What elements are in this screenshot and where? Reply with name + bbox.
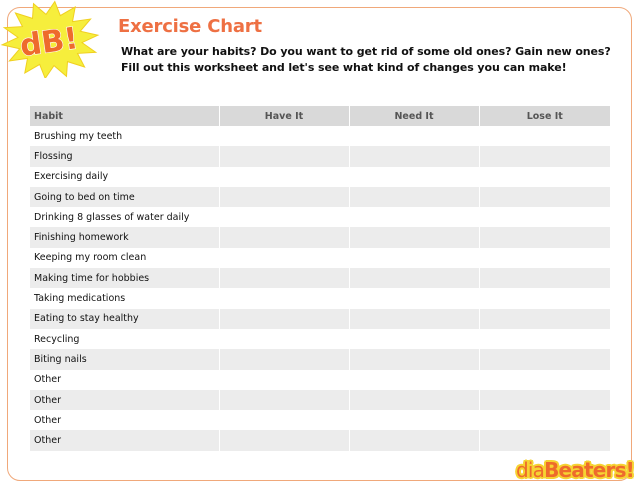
have-it-cell[interactable] <box>219 186 350 208</box>
have-it-cell[interactable] <box>219 308 350 329</box>
have-it-cell[interactable] <box>219 349 350 370</box>
table-row: Other <box>30 369 610 390</box>
have-it-cell[interactable] <box>219 166 350 187</box>
intro-line: Fill out this worksheet and let's see wh… <box>121 61 567 74</box>
table-row: Brushing my teeth <box>30 126 610 147</box>
need-it-cell[interactable] <box>349 308 480 329</box>
column-header-lose-it: Lose It <box>479 106 610 126</box>
brand-part-1: dia <box>515 458 545 482</box>
table-row: Going to bed on time <box>30 186 610 208</box>
table-row: Other <box>30 389 610 411</box>
table-row: Drinking 8 glasses of water daily <box>30 207 610 228</box>
lose-it-cell[interactable] <box>479 247 610 269</box>
lose-it-cell[interactable] <box>479 410 610 431</box>
have-it-cell[interactable] <box>219 410 350 431</box>
have-it-cell[interactable] <box>219 389 350 411</box>
page-title: Exercise Chart <box>118 16 262 37</box>
need-it-cell[interactable] <box>349 247 480 269</box>
lose-it-cell[interactable] <box>479 126 610 147</box>
lose-it-cell[interactable] <box>479 146 610 167</box>
need-it-cell[interactable] <box>349 166 480 187</box>
table-row: Recycling <box>30 328 610 350</box>
habit-cell: Recycling <box>30 328 220 350</box>
table-row: Exercising daily <box>30 166 610 187</box>
have-it-cell[interactable] <box>219 328 350 350</box>
need-it-cell[interactable] <box>349 430 480 451</box>
lose-it-cell[interactable] <box>479 268 610 289</box>
need-it-cell[interactable] <box>349 268 480 289</box>
starburst-icon: dB! <box>0 0 100 78</box>
need-it-cell[interactable] <box>349 328 480 350</box>
column-header-have-it: Have It <box>219 106 350 126</box>
table-row: Other <box>30 430 610 451</box>
lose-it-cell[interactable] <box>479 328 610 350</box>
need-it-cell[interactable] <box>349 389 480 411</box>
column-header-need-it: Need It <box>349 106 480 126</box>
habit-cell: Eating to stay healthy <box>30 308 220 329</box>
habit-table: Habit Have It Need It Lose It Brushing m… <box>30 106 610 451</box>
lose-it-cell[interactable] <box>479 389 610 411</box>
need-it-cell[interactable] <box>349 288 480 309</box>
habit-cell: Other <box>30 430 220 451</box>
diabeaters-logo: diaBeaters! <box>515 458 635 482</box>
table-row: Finishing homework <box>30 227 610 248</box>
have-it-cell[interactable] <box>219 369 350 390</box>
table-header-row: Habit Have It Need It Lose It <box>30 106 610 126</box>
habit-cell: Other <box>30 389 220 411</box>
lose-it-cell[interactable] <box>479 430 610 451</box>
lose-it-cell[interactable] <box>479 369 610 390</box>
have-it-cell[interactable] <box>219 430 350 451</box>
habit-cell: Exercising daily <box>30 166 220 187</box>
lose-it-cell[interactable] <box>479 349 610 370</box>
have-it-cell[interactable] <box>219 207 350 228</box>
habit-cell: Drinking 8 glasses of water daily <box>30 207 220 228</box>
lose-it-cell[interactable] <box>479 207 610 228</box>
lose-it-cell[interactable] <box>479 166 610 187</box>
have-it-cell[interactable] <box>219 146 350 167</box>
table-row: Other <box>30 410 610 431</box>
lose-it-cell[interactable] <box>479 186 610 208</box>
intro-line: What are your habits? Do you want to get… <box>121 45 611 58</box>
habit-cell: Keeping my room clean <box>30 247 220 269</box>
db-logo: dB! <box>0 0 112 78</box>
need-it-cell[interactable] <box>349 410 480 431</box>
have-it-cell[interactable] <box>219 288 350 309</box>
table-row: Keeping my room clean <box>30 247 610 269</box>
intro-text: What are your habits? Do you want to get… <box>121 44 621 76</box>
need-it-cell[interactable] <box>349 349 480 370</box>
need-it-cell[interactable] <box>349 227 480 248</box>
have-it-cell[interactable] <box>219 227 350 248</box>
have-it-cell[interactable] <box>219 268 350 289</box>
table-row: Flossing <box>30 146 610 167</box>
habit-cell: Taking medications <box>30 288 220 309</box>
brand-part-2: Beaters! <box>544 458 635 482</box>
table-row: Making time for hobbies <box>30 268 610 289</box>
table-row: Biting nails <box>30 349 610 370</box>
lose-it-cell[interactable] <box>479 288 610 309</box>
habit-cell: Flossing <box>30 146 220 167</box>
need-it-cell[interactable] <box>349 126 480 147</box>
habit-cell: Brushing my teeth <box>30 126 220 147</box>
table-row: Taking medications <box>30 288 610 309</box>
habit-cell: Biting nails <box>30 349 220 370</box>
lose-it-cell[interactable] <box>479 227 610 248</box>
need-it-cell[interactable] <box>349 369 480 390</box>
habit-cell: Other <box>30 369 220 390</box>
habit-cell: Finishing homework <box>30 227 220 248</box>
habit-cell: Other <box>30 410 220 431</box>
habit-cell: Going to bed on time <box>30 186 220 208</box>
habit-cell: Making time for hobbies <box>30 268 220 289</box>
lose-it-cell[interactable] <box>479 308 610 329</box>
column-header-habit: Habit <box>30 106 220 126</box>
need-it-cell[interactable] <box>349 146 480 167</box>
need-it-cell[interactable] <box>349 207 480 228</box>
table-row: Eating to stay healthy <box>30 308 610 329</box>
need-it-cell[interactable] <box>349 186 480 208</box>
have-it-cell[interactable] <box>219 126 350 147</box>
have-it-cell[interactable] <box>219 247 350 269</box>
